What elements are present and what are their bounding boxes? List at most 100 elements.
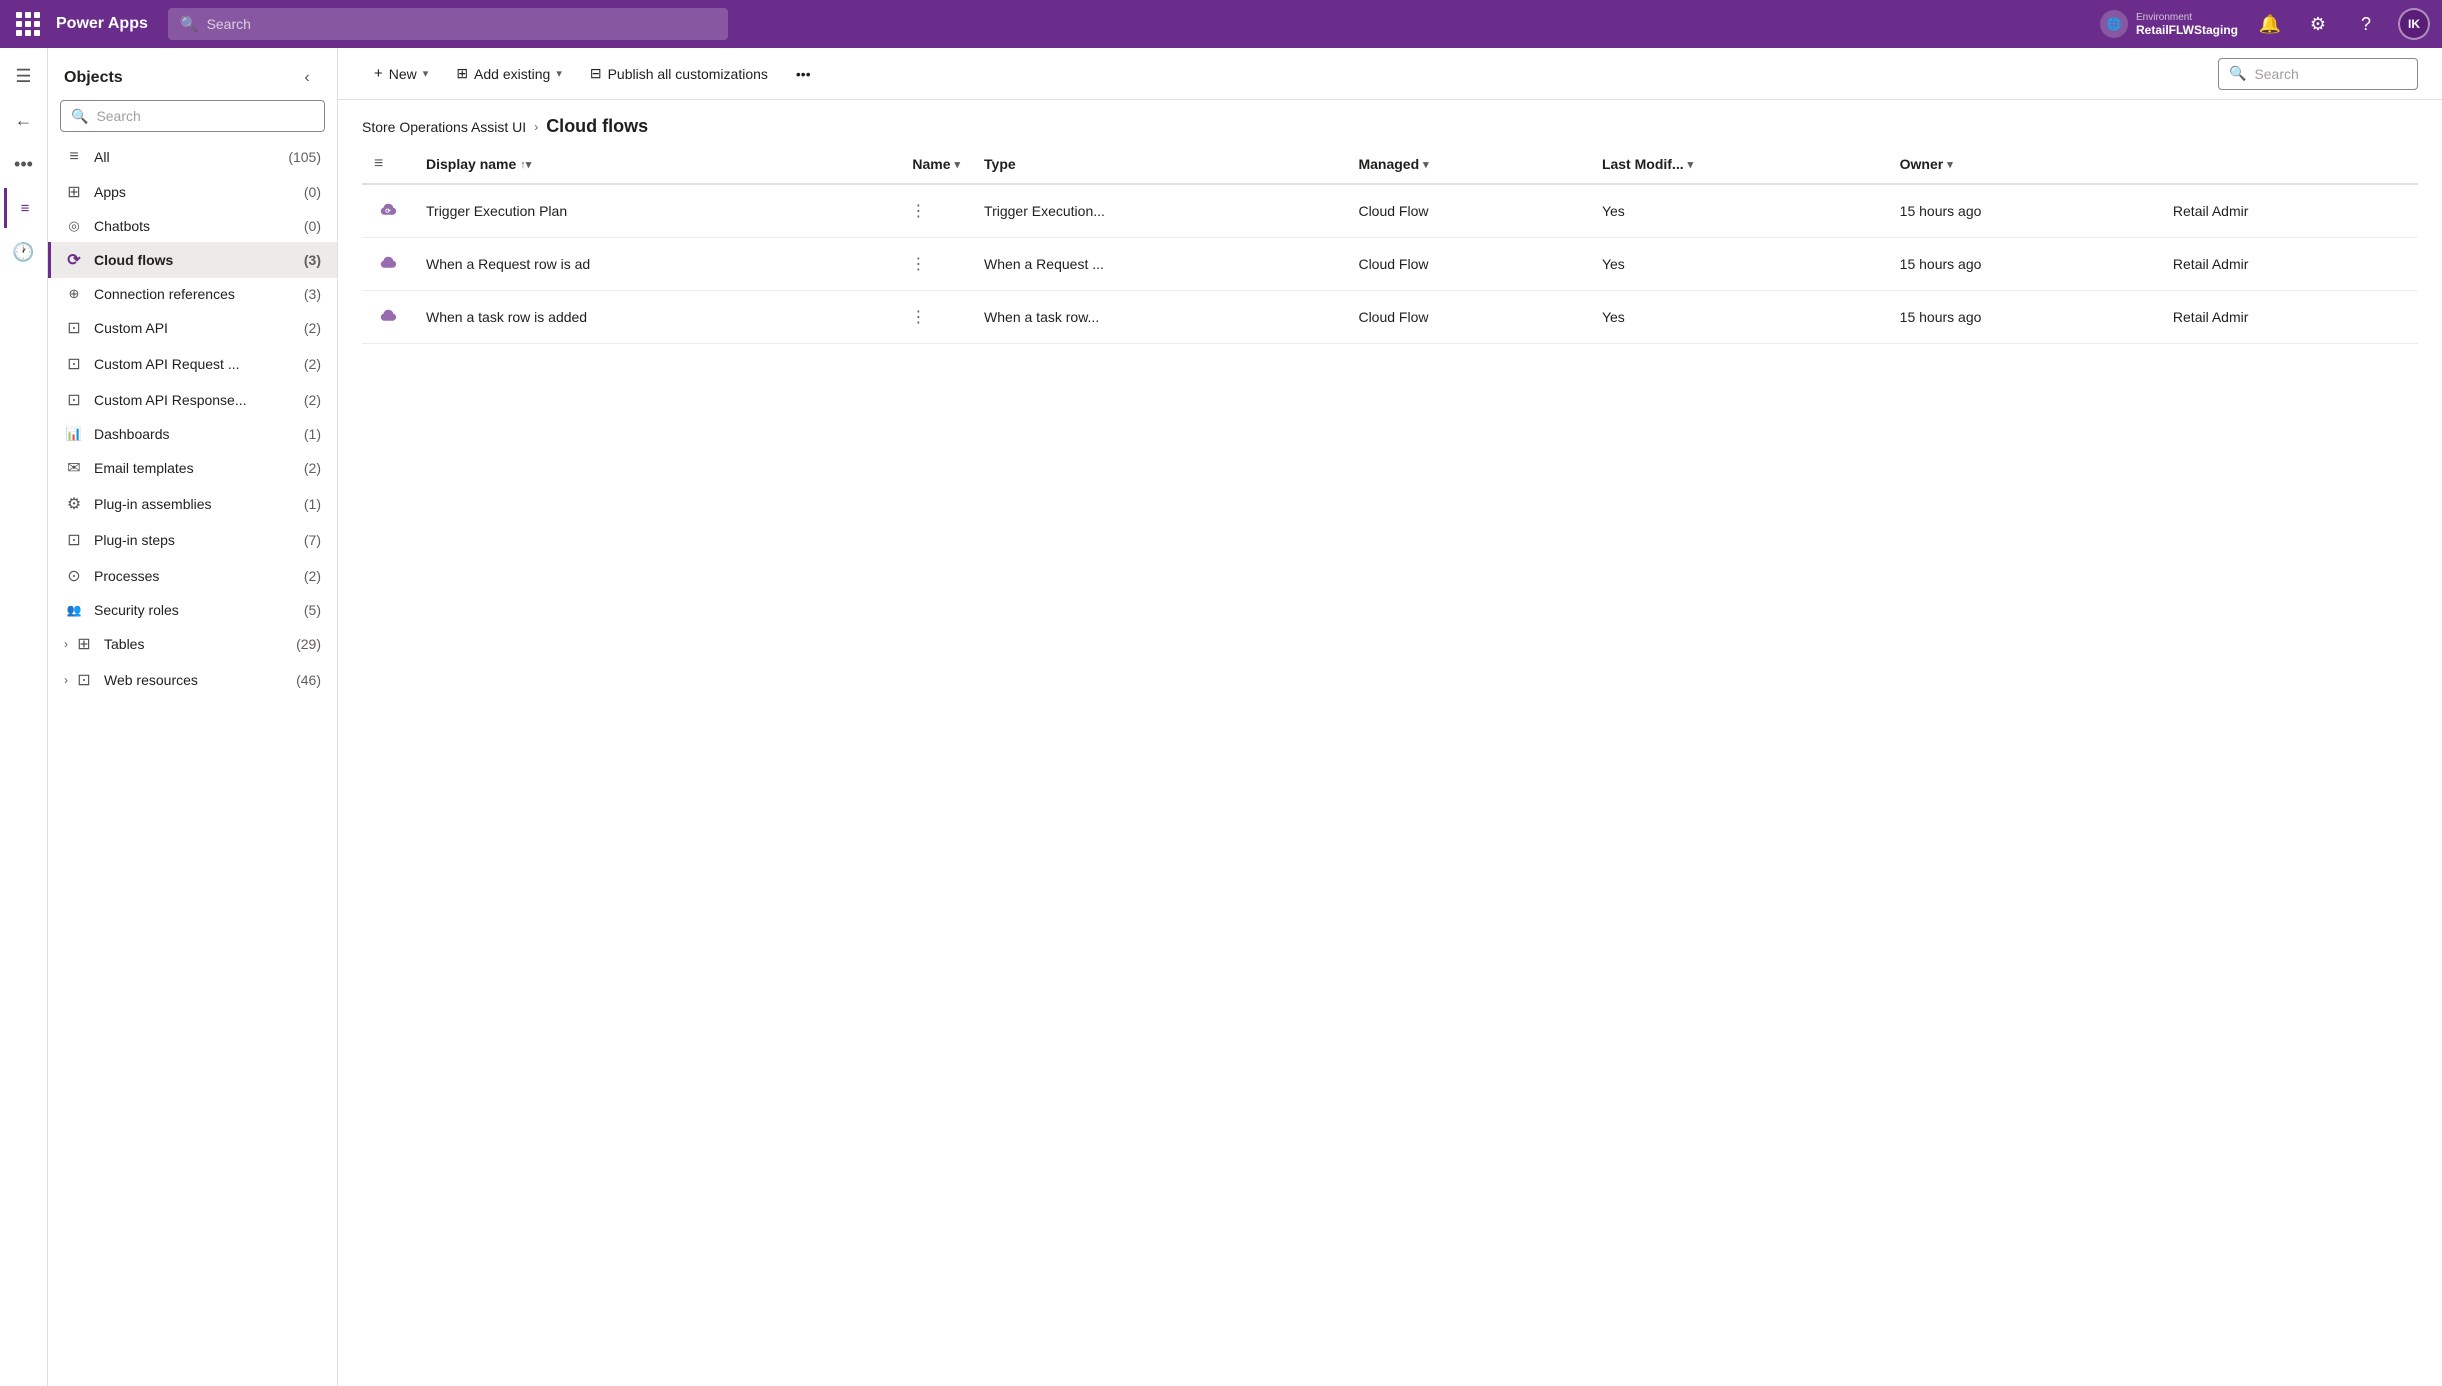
sidebar-item-tables[interactable]: › ⊞ Tables (29) (48, 626, 337, 662)
sidebar-search-box[interactable]: 🔍 (60, 100, 325, 132)
sidebar-count-cloud-flows: (3) (304, 252, 321, 268)
row-display-name-3: When a task row is added (414, 291, 900, 344)
sidebar-count-all: (105) (288, 149, 321, 165)
connection-refs-icon: ⊕ (64, 286, 84, 302)
sidebar-item-email-templates[interactable]: ✉ Email templates (2) (48, 450, 337, 486)
notifications-button[interactable]: 🔔 (2254, 8, 2286, 40)
sidebar-item-plugin-assemblies[interactable]: ⚙ Plug-in assemblies (1) (48, 486, 337, 522)
name-sort-icon: ▾ (955, 158, 961, 171)
more-actions-button[interactable]: ••• (784, 60, 823, 88)
col-header-owner[interactable]: Owner ▾ (1888, 145, 2161, 184)
col-header-last-modified[interactable]: Last Modif... ▾ (1590, 145, 1888, 184)
global-search-input[interactable] (207, 16, 716, 32)
environment-selector[interactable]: 🌐 Environment RetailFLWStaging (2100, 10, 2238, 38)
sidebar-count-connection-refs: (3) (304, 286, 321, 302)
row-context-menu-2[interactable]: ⋮ (904, 250, 932, 278)
publish-button[interactable]: ⊟ Publish all customizations (578, 59, 780, 88)
sidebar-search-input[interactable] (96, 108, 314, 124)
dashboards-icon: 📊 (64, 426, 84, 442)
apps-icon: ⊞ (64, 182, 84, 202)
main-content: + New ▾ ⊞ Add existing ▾ ⊟ Publish all c… (338, 48, 2442, 1386)
col-header-managed[interactable]: Managed ▾ (1346, 145, 1589, 184)
row-managed-2: Yes (1590, 238, 1888, 291)
row-type-1: Cloud Flow (1346, 184, 1589, 238)
sidebar-item-web-resources[interactable]: › ⊡ Web resources (46) (48, 662, 337, 698)
col-header-name[interactable]: Name ▾ (900, 145, 972, 184)
global-search-bar[interactable]: 🔍 (168, 8, 728, 40)
plugin-assemblies-icon: ⚙ (64, 494, 84, 514)
row-menu-2[interactable]: ⋮ (900, 238, 972, 291)
rail-back-icon[interactable]: ← (4, 100, 44, 140)
sidebar-item-processes[interactable]: ⊙ Processes (2) (48, 558, 337, 594)
sidebar-item-apps[interactable]: ⊞ Apps (0) (48, 174, 337, 210)
sidebar-item-custom-api-response[interactable]: ⊡ Custom API Response... (2) (48, 382, 337, 418)
sidebar-label-chatbots: Chatbots (94, 218, 294, 234)
add-existing-button[interactable]: ⊞ Add existing ▾ (444, 59, 574, 88)
icon-rail: ☰ ← ••• ≡ 🕐 (0, 48, 48, 1386)
sidebar-count-custom-api-response: (2) (304, 392, 321, 408)
environment-icon: 🌐 (2100, 10, 2128, 38)
row-display-name-2: When a Request row is ad (414, 238, 900, 291)
sidebar-item-all[interactable]: ≡ All (105) (48, 140, 337, 174)
toolbar-search-box[interactable]: 🔍 (2218, 58, 2418, 90)
cloud-flow-icon-2 (374, 250, 402, 278)
cloud-flows-icon: ⟳ (64, 250, 84, 270)
web-resources-expand-icon[interactable]: › (64, 673, 68, 687)
sidebar-item-connection-references[interactable]: ⊕ Connection references (3) (48, 278, 337, 310)
sidebar-collapse-button[interactable]: ‹ (293, 64, 321, 92)
rail-objects-icon[interactable]: ≡ (4, 188, 44, 228)
cloud-flows-table-container: ≡ Display name ↑▾ Name ▾ (338, 145, 2442, 1386)
row-menu-3[interactable]: ⋮ (900, 291, 972, 344)
sidebar-count-web-resources: (46) (296, 672, 321, 688)
sidebar-item-custom-api-request[interactable]: ⊡ Custom API Request ... (2) (48, 346, 337, 382)
help-button[interactable]: ? (2350, 8, 2382, 40)
sidebar-search-icon: 🔍 (71, 108, 88, 125)
table-row[interactable]: When a Request row is ad ⋮ When a Reques… (362, 238, 2418, 291)
sidebar-count-plugin-assemblies: (1) (304, 496, 321, 512)
sidebar-item-chatbots[interactable]: ◎ Chatbots (0) (48, 210, 337, 242)
breadcrumb-parent[interactable]: Store Operations Assist UI (362, 119, 526, 135)
rail-menu-icon[interactable]: ☰ (4, 56, 44, 96)
sidebar-label-web-resources: Web resources (104, 672, 286, 688)
row-context-menu-3[interactable]: ⋮ (904, 303, 932, 331)
sidebar-item-security-roles[interactable]: 👥 Security roles (5) (48, 594, 337, 626)
toolbar-search-input[interactable] (2254, 66, 2394, 82)
rail-history-icon[interactable]: 🕐 (4, 232, 44, 272)
row-menu-1[interactable]: ⋮ (900, 184, 972, 238)
sidebar-item-cloud-flows[interactable]: ⟳ Cloud flows (3) (48, 242, 337, 278)
sidebar-item-custom-api[interactable]: ⊡ Custom API (2) (48, 310, 337, 346)
sidebar-label-custom-api-request: Custom API Request ... (94, 356, 294, 372)
settings-button[interactable]: ⚙ (2302, 8, 2334, 40)
sidebar-item-plugin-steps[interactable]: ⊡ Plug-in steps (7) (48, 522, 337, 558)
sidebar-item-dashboards[interactable]: 📊 Dashboards (1) (48, 418, 337, 450)
row-last-modified-3: 15 hours ago (1888, 291, 2161, 344)
table-row[interactable]: ⟳ Trigger Execution Plan ⋮ Trigger Execu… (362, 184, 2418, 238)
tables-expand-icon[interactable]: › (64, 637, 68, 651)
list-view-icon: ≡ (374, 155, 383, 173)
all-icon: ≡ (64, 148, 84, 166)
custom-api-icon: ⊡ (64, 318, 84, 338)
new-button[interactable]: + New ▾ (362, 59, 440, 88)
tables-icon: ⊞ (74, 634, 94, 654)
row-icon-cell-3 (362, 291, 414, 344)
svg-text:⟳: ⟳ (385, 208, 391, 215)
row-name-2: When a Request ... (972, 238, 1346, 291)
col-header-display-name[interactable]: Display name ↑▾ (414, 145, 900, 184)
cloud-flow-icon-1: ⟳ (374, 197, 402, 225)
table-row[interactable]: When a task row is added ⋮ When a task r… (362, 291, 2418, 344)
user-avatar[interactable]: IK (2398, 8, 2430, 40)
sidebar-count-processes: (2) (304, 568, 321, 584)
cloud-flows-table: ≡ Display name ↑▾ Name ▾ (362, 145, 2418, 344)
rail-more-icon[interactable]: ••• (4, 144, 44, 184)
processes-icon: ⊙ (64, 566, 84, 586)
breadcrumb-separator: › (534, 120, 538, 134)
row-context-menu-1[interactable]: ⋮ (904, 197, 932, 225)
custom-api-response-icon: ⊡ (64, 390, 84, 410)
app-grid-icon[interactable] (12, 8, 44, 40)
content-toolbar: + New ▾ ⊞ Add existing ▾ ⊟ Publish all c… (338, 48, 2442, 100)
row-owner-2: Retail Admir (2161, 238, 2418, 291)
select-all-header[interactable]: ≡ (362, 145, 414, 184)
main-body: ☰ ← ••• ≡ 🕐 Objects ‹ 🔍 ≡ All (105) ⊞ Ap… (0, 48, 2442, 1386)
sidebar-label-plugin-assemblies: Plug-in assemblies (94, 496, 294, 512)
sidebar-count-apps: (0) (304, 184, 321, 200)
